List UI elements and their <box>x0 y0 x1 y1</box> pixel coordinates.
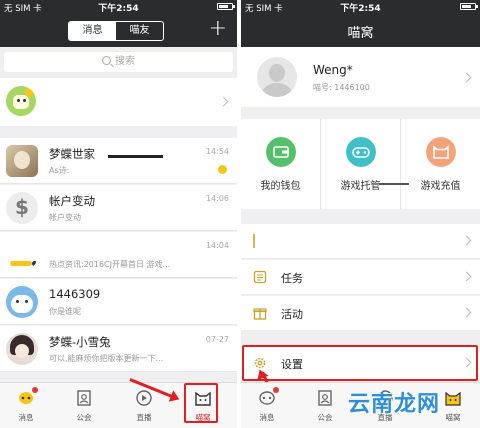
cat-icon <box>445 391 461 406</box>
conversation-name: 1446309 <box>49 287 101 301</box>
battery-icon <box>217 2 235 12</box>
grid-item-wallet[interactable]: 我的钱包 <box>241 119 321 209</box>
cat-avatar <box>6 286 38 318</box>
wallet-icon <box>265 137 296 167</box>
chevron-right-icon <box>461 271 472 282</box>
mascot-icon <box>6 86 36 116</box>
conversation-item[interactable]: 热点资讯:2016CJ开幕首日 游戏... 14:04 <box>0 232 237 278</box>
conversation-preview: 可以,能麻烦你把版本更新一下... <box>49 354 164 363</box>
chevron-right-icon <box>218 96 229 107</box>
grid-label: 游戏充值 <box>420 181 461 192</box>
unread-dot <box>273 387 279 393</box>
profile-id: 喵号: 1446100 <box>313 83 370 92</box>
conversation-time: 07-27 <box>205 335 229 344</box>
gift-icon <box>253 308 267 320</box>
chevron-right-icon <box>461 72 472 83</box>
conversation-item[interactable]: 梦蝶世家 As诗: 14:54 <box>0 138 237 184</box>
menu-row-tasks[interactable]: 任务 <box>241 260 480 295</box>
clock: 下午2:54 <box>340 4 381 14</box>
conversation-preview: 你是谁呢 <box>49 307 81 316</box>
search-input[interactable]: 搜索 <box>4 52 233 72</box>
tabbar-messages[interactable]: 消息 <box>247 383 287 427</box>
search-icon <box>102 56 111 65</box>
menu-icon <box>253 234 257 248</box>
left-screen-messages: 无 SIM 卡 下午2:54 消息 喵友 + 搜索 梦蝶世家 As诗: 14:5… <box>0 0 237 428</box>
battery-icon <box>460 2 478 12</box>
conversation-time: 14:06 <box>205 194 229 203</box>
menu-row-events[interactable]: 活动 <box>241 296 480 331</box>
conversation-preview: 帐户变动 <box>49 213 81 222</box>
task-icon <box>253 270 267 284</box>
add-icon[interactable]: + <box>209 18 227 40</box>
grid-label: 我的钱包 <box>260 181 301 192</box>
grid-item-game-helper[interactable]: 游戏托管 <box>321 119 409 209</box>
play-icon <box>136 390 152 406</box>
menu-label: 活动 <box>281 308 303 321</box>
conversation-time: 14:04 <box>205 241 229 250</box>
conversation-avatar <box>6 145 38 177</box>
tabbar-label: 消息 <box>18 413 34 422</box>
tab-messages[interactable]: 消息 <box>69 22 116 40</box>
guild-icon <box>77 390 91 406</box>
tabbar-label: 直播 <box>136 413 152 422</box>
conversation-name: 帐户变动 <box>49 194 95 208</box>
tab-friends[interactable]: 喵友 <box>116 22 163 40</box>
redaction-mark <box>108 155 163 158</box>
right-screen-nest: 无 SIM 卡 下午2:54 喵窝 Weng* 喵号: 1446100 我的钱包… <box>241 0 480 428</box>
cat-face-icon <box>425 137 456 167</box>
chevron-right-icon <box>461 307 472 318</box>
search-bar: 搜索 <box>0 47 237 77</box>
segmented-control: 消息 喵友 <box>68 21 164 41</box>
conversation-name: 梦蝶世家 <box>49 147 95 161</box>
highlight-box <box>184 383 218 423</box>
tabbar-label: 公会 <box>317 413 333 422</box>
tabbar-label: 消息 <box>259 413 275 422</box>
conversation-item[interactable]: 梦蝶-小雪兔 可以,能麻烦你把版本更新一下... 07-27 <box>0 326 237 372</box>
conversation-preview: As诗: <box>49 166 70 175</box>
conversation-item[interactable]: $ 帐户变动 帐户变动 14:06 <box>0 185 237 231</box>
conversation-name: 梦蝶-小雪兔 <box>49 335 111 349</box>
page-title: 喵窝 <box>347 26 374 41</box>
tabbar-label: 公会 <box>76 413 92 422</box>
gamepad-icon <box>345 137 376 167</box>
menu-label: 任务 <box>281 272 303 285</box>
anime-avatar <box>6 333 38 365</box>
navigation-bar: 喵窝 <box>241 14 480 47</box>
tabbar-guild[interactable]: 公会 <box>305 383 345 427</box>
menu-row[interactable] <box>241 224 480 259</box>
feature-grid: 我的钱包 游戏托管 游戏充值 <box>241 119 480 209</box>
tabbar-guild[interactable]: 公会 <box>64 383 104 427</box>
grid-item-game-recharge[interactable]: 游戏充值 <box>401 119 480 209</box>
mascot-banner[interactable] <box>0 78 237 126</box>
search-placeholder: 搜索 <box>115 56 135 67</box>
unread-dot <box>32 387 38 393</box>
dollar-icon: $ <box>6 192 38 224</box>
chevron-right-icon <box>461 235 472 246</box>
profile-name: Weng* <box>313 63 353 77</box>
conversation-preview: 热点资讯:2016CJ开幕首日 游戏... <box>49 260 171 269</box>
profile-row[interactable]: Weng* 喵号: 1446100 <box>241 47 480 107</box>
status-bar: 无 SIM 卡 下午2:54 <box>0 0 237 14</box>
guild-icon <box>318 390 332 406</box>
highlight-box <box>242 345 478 381</box>
navigation-bar: 消息 喵友 + <box>0 14 237 47</box>
news-icon <box>6 239 38 271</box>
watermark-text: 云南龙网 <box>348 391 441 417</box>
status-bar: 无 SIM 卡 下午2:54 <box>241 0 480 14</box>
clock: 下午2:54 <box>98 4 139 14</box>
tabbar-messages[interactable]: 消息 <box>6 383 46 427</box>
conversation-item[interactable]: 1446309 你是谁呢 <box>0 279 237 325</box>
conversation-time: 14:54 <box>205 147 229 156</box>
emoji-icon <box>218 165 227 174</box>
avatar <box>257 57 297 97</box>
